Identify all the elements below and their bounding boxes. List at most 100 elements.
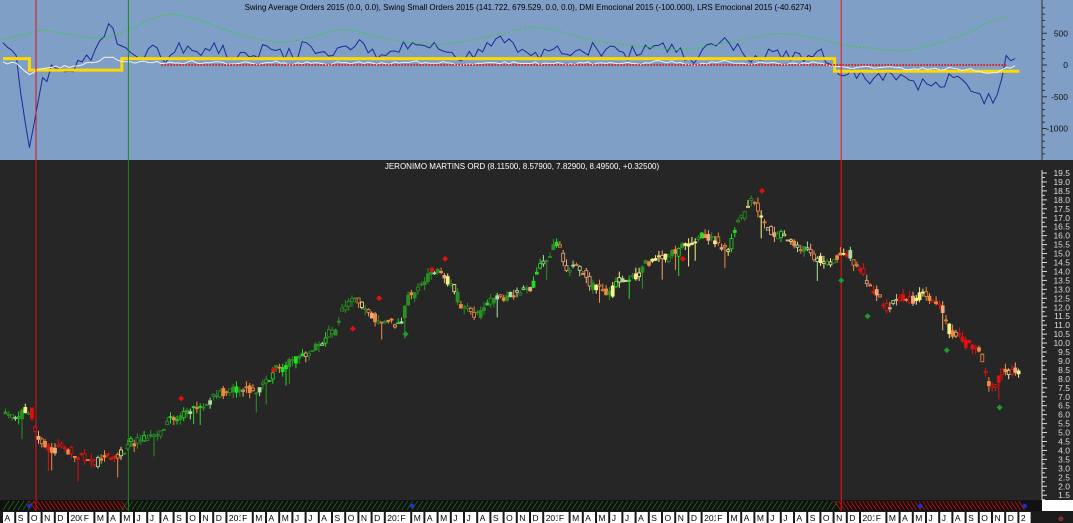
candle-body — [175, 419, 180, 422]
candle-body — [475, 311, 480, 314]
trend-hatch — [691, 500, 699, 511]
candle-body — [409, 292, 414, 296]
trend-hatch — [231, 500, 239, 511]
candle-body — [729, 238, 734, 250]
month-label: J — [308, 513, 312, 523]
month-label: M — [757, 513, 764, 523]
candle-body — [442, 275, 447, 279]
trend-hatch — [581, 500, 589, 511]
trend-hatch — [306, 500, 314, 511]
candle-body — [373, 313, 378, 323]
trend-hatch — [301, 500, 309, 511]
candle-body — [43, 441, 47, 448]
candle-body — [891, 300, 896, 304]
trend-hatch — [186, 500, 194, 511]
trend-hatch — [616, 500, 624, 511]
candle-body — [581, 273, 585, 275]
candle-body — [343, 305, 348, 311]
trend-hatch — [776, 500, 784, 511]
month-label: O — [665, 513, 672, 523]
candle-body — [594, 284, 599, 291]
month-label: A — [427, 513, 433, 523]
trend-hatch — [266, 500, 274, 511]
candle-body — [897, 297, 902, 301]
candle-body — [525, 288, 529, 290]
trend-hatch — [681, 500, 689, 511]
trend-hatch — [526, 500, 534, 511]
candle-body — [488, 297, 493, 305]
candle-body — [752, 201, 757, 204]
trend-hatch — [731, 500, 739, 511]
candle-body — [115, 454, 120, 459]
month-label: J — [295, 513, 299, 523]
trend-hatch — [521, 500, 529, 511]
candle-body — [822, 261, 826, 264]
trend-hatch — [146, 500, 154, 511]
month-label: O — [348, 513, 355, 523]
month-label: N — [995, 513, 1001, 523]
trend-hatch — [766, 500, 774, 511]
trend-hatch — [631, 500, 639, 511]
month-label: D — [374, 513, 380, 523]
trend-hatch — [826, 500, 834, 511]
candle-body — [650, 258, 655, 262]
scroll-marker-icon[interactable]: ⊕ — [1058, 516, 1064, 523]
candle-body — [620, 278, 625, 283]
candle-body — [567, 269, 572, 273]
trend-hatch — [546, 500, 554, 511]
trend-hatch — [436, 500, 444, 511]
trend-hatch — [651, 500, 659, 511]
candle-body — [152, 434, 156, 437]
candle-body — [643, 260, 648, 264]
candle-body — [861, 267, 866, 275]
candle-body — [333, 329, 338, 336]
trend-hatch — [441, 500, 449, 511]
candle-body — [591, 282, 595, 290]
candle-body — [739, 214, 744, 218]
trend-strip-marks — [2, 500, 1027, 511]
candle-body — [36, 435, 41, 440]
candle-body — [439, 271, 444, 274]
candle-body — [59, 443, 64, 447]
candle-body — [383, 321, 387, 324]
candle-body — [574, 264, 579, 266]
candle-body — [855, 264, 859, 267]
trend-hatch — [661, 500, 669, 511]
month-label: M — [414, 513, 421, 523]
candle-body — [508, 291, 513, 298]
month-label: D — [849, 513, 855, 523]
candle-body — [795, 244, 800, 248]
month-label: M — [572, 513, 579, 523]
candle-body — [637, 272, 641, 277]
month-label: D — [57, 513, 63, 523]
trend-hatch — [811, 500, 819, 511]
candle-body — [696, 236, 701, 240]
candle-body — [491, 297, 496, 304]
strip-dot — [27, 503, 32, 509]
candle-body — [630, 274, 635, 278]
candle-body — [20, 409, 24, 420]
candle-body — [723, 245, 727, 248]
month-label: M — [255, 513, 262, 523]
candle-body — [792, 240, 797, 247]
candle-body — [201, 406, 206, 409]
trend-hatch — [701, 500, 709, 511]
candle-body — [501, 297, 506, 301]
month-label: D — [691, 513, 697, 523]
trend-hatch — [141, 500, 149, 511]
month-label: N — [44, 513, 50, 523]
trend-hatch — [601, 500, 609, 511]
trend-hatch — [371, 500, 379, 511]
trend-hatch — [791, 500, 799, 511]
trend-hatch — [386, 500, 394, 511]
strip-dot — [1022, 503, 1027, 509]
candle-body — [960, 336, 965, 342]
candle-body — [16, 416, 21, 419]
candle-body — [429, 271, 434, 275]
candle-body — [818, 255, 823, 264]
candle-body — [884, 303, 889, 312]
candle-body — [224, 391, 229, 394]
candle-body — [307, 352, 312, 356]
trend-hatch — [736, 500, 744, 511]
candle-body — [666, 256, 671, 262]
